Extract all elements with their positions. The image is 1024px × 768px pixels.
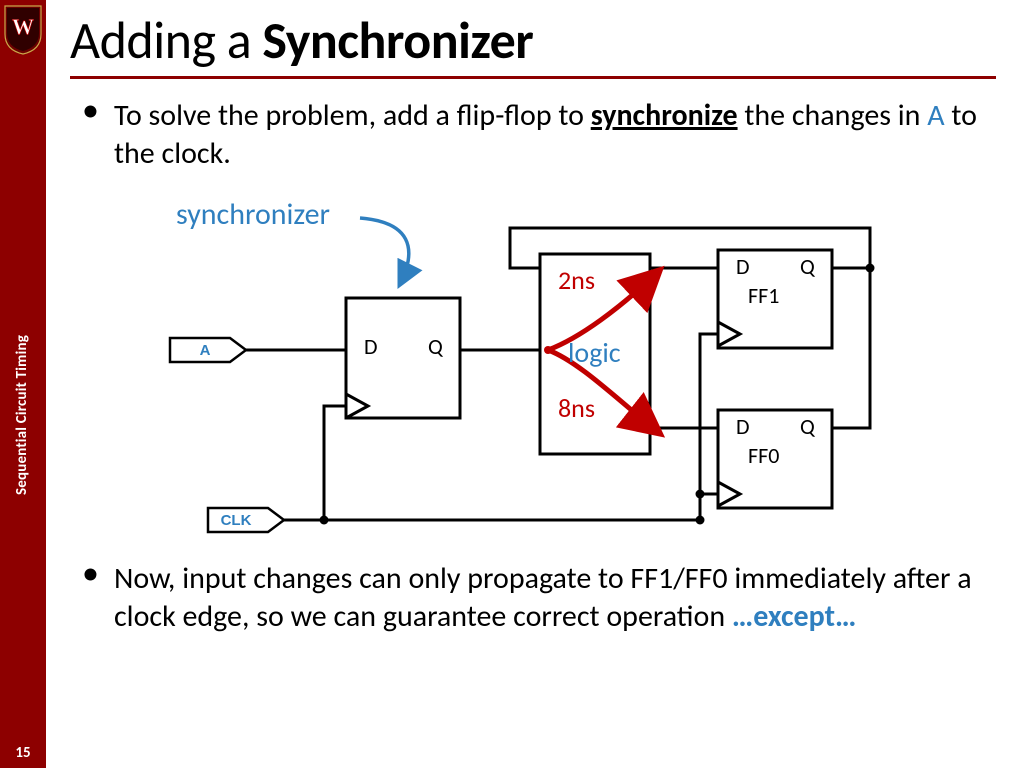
svg-text:Q: Q — [428, 333, 444, 360]
ff0-label: FF0 — [748, 442, 779, 469]
svg-text:Q: Q — [800, 253, 816, 280]
uw-crest-icon: W — [3, 4, 43, 56]
bullet-2: Now, input changes can only propagate to… — [70, 560, 996, 637]
bullet1-sync: synchronize — [591, 97, 738, 134]
delay-2ns-label: 2ns — [558, 264, 595, 296]
slide: W Sequential Circuit Timing 15 Adding a … — [0, 0, 1024, 768]
bullet1-A: A — [927, 97, 944, 134]
svg-text:Q: Q — [800, 413, 816, 440]
circuit-diagram: A CLK D Q D Q — [110, 188, 930, 548]
sidebar-course-title: Sequential Circuit Timing — [13, 275, 31, 555]
ff1-label: FF1 — [748, 282, 779, 309]
svg-text:D: D — [736, 413, 750, 440]
title-pre: Adding a — [70, 8, 262, 72]
bullet2-except: …except… — [732, 598, 856, 635]
svg-text:CLK: CLK — [221, 512, 252, 529]
delay-8ns-label: 8ns — [558, 392, 595, 424]
bullet1-mid: the changes in — [738, 97, 928, 134]
sidebar: W Sequential Circuit Timing 15 — [0, 0, 46, 768]
title-rule — [70, 76, 996, 79]
slide-title: Adding a Synchronizer — [70, 8, 996, 72]
svg-text:A: A — [200, 342, 211, 359]
bullet-list-2: Now, input changes can only propagate to… — [70, 560, 996, 637]
slide-content: Adding a Synchronizer To solve the probl… — [46, 0, 1024, 768]
bullet1-pre: To solve the problem, add a flip-flop to — [114, 97, 591, 134]
svg-text:W: W — [12, 14, 34, 39]
svg-text:D: D — [364, 333, 378, 360]
page-number: 15 — [0, 744, 46, 762]
bullet-list: To solve the problem, add a flip-flop to… — [70, 97, 996, 174]
signal-CLK-icon: CLK — [208, 508, 284, 532]
logic-label: logic — [568, 335, 621, 370]
signal-A-icon: A — [170, 338, 246, 362]
bullet-1: To solve the problem, add a flip-flop to… — [70, 97, 996, 174]
synchronizer-label: synchronizer — [176, 196, 330, 233]
svg-text:D: D — [736, 253, 750, 280]
title-strong: Synchronizer — [262, 8, 533, 72]
